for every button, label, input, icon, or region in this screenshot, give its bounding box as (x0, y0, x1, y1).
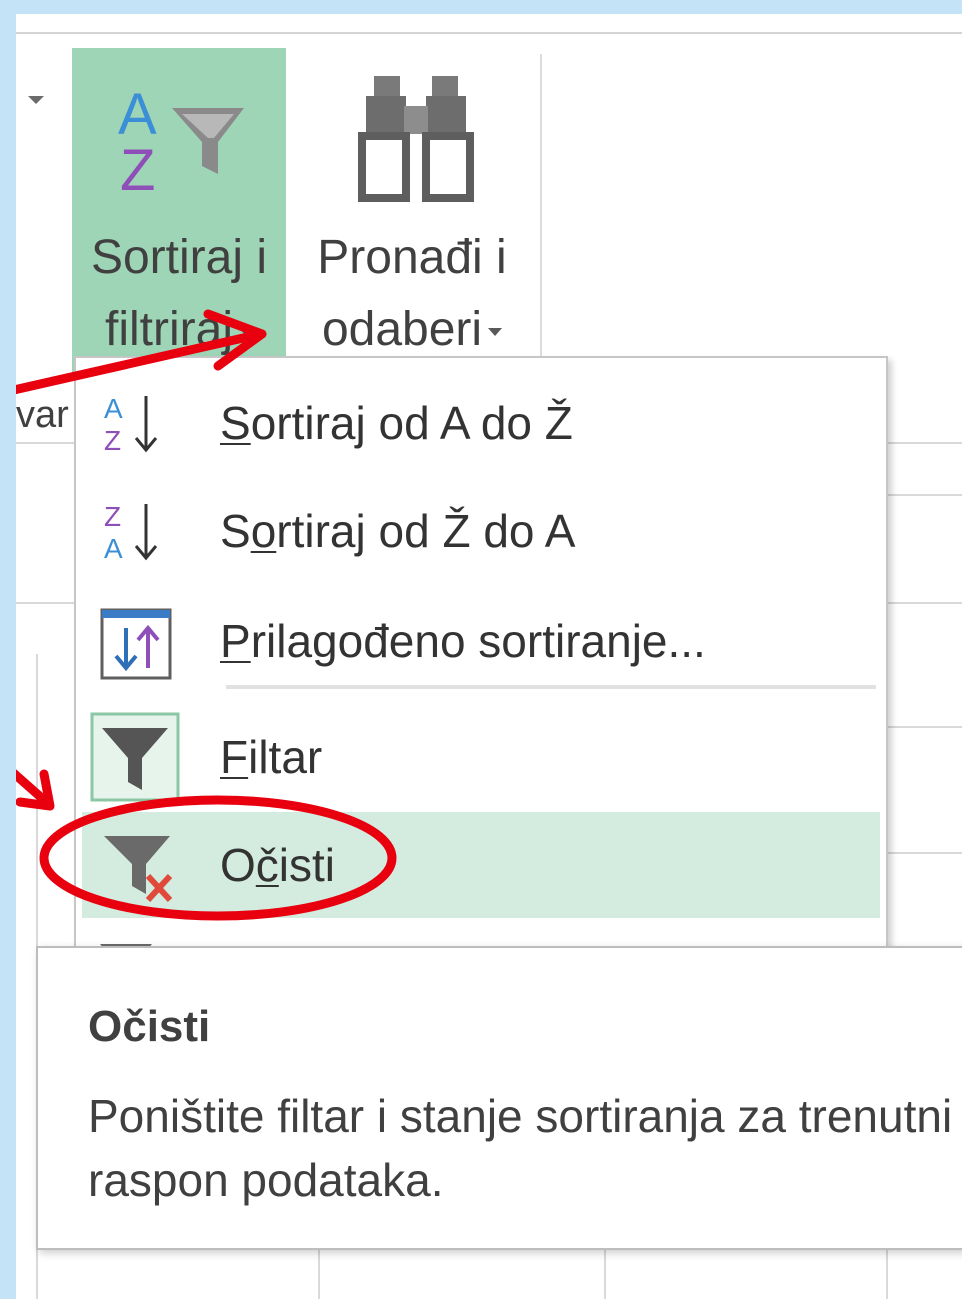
annotation-circle-clear (39, 795, 397, 921)
annotation-overlay (16, 309, 397, 921)
annotation-arrow-to-clear (16, 769, 49, 805)
excel-canvas: var A Z Sortiraj i filtriraj Pronađi i o… (16, 14, 962, 1299)
